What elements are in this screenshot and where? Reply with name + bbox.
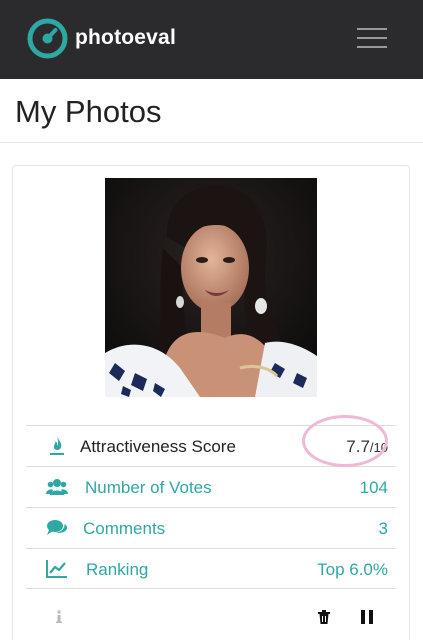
info-icon[interactable]: [55, 610, 63, 624]
menu-bar: [357, 46, 387, 48]
top-navbar: photoeval: [0, 0, 423, 79]
photo-card: Attractiveness Score 7.7/10 Number of Vo…: [12, 165, 410, 640]
votes-label[interactable]: Number of Votes: [85, 478, 212, 498]
line-chart-icon: [46, 560, 67, 578]
ranking-label[interactable]: Ranking: [86, 560, 148, 580]
page-title: My Photos: [15, 94, 162, 129]
stat-row-comments[interactable]: Comments 3: [26, 507, 396, 548]
votes-value[interactable]: 104: [360, 478, 388, 498]
portrait-photo[interactable]: [105, 178, 317, 397]
score-highlight-circle: [302, 415, 388, 467]
divider: [0, 142, 423, 143]
gauge-logo-icon: [27, 18, 68, 58]
users-icon: [46, 479, 68, 495]
brand-name: photoeval: [75, 26, 176, 49]
score-label: Attractiveness Score: [80, 437, 236, 456]
flame-icon: [50, 437, 64, 455]
comments-label[interactable]: Comments: [83, 519, 165, 539]
menu-bar: [357, 28, 387, 30]
portrait-image: [105, 178, 317, 397]
comments-icon: [47, 520, 67, 535]
stat-row-votes[interactable]: Number of Votes 104: [26, 466, 396, 507]
pause-icon[interactable]: [361, 610, 373, 624]
ranking-value[interactable]: Top 6.0%: [317, 560, 388, 580]
hamburger-menu-button[interactable]: [357, 26, 387, 50]
comments-value[interactable]: 3: [379, 519, 388, 539]
brand-logo[interactable]: photoeval: [27, 17, 176, 59]
trash-icon[interactable]: [318, 610, 330, 624]
menu-bar: [357, 37, 387, 39]
stat-row-ranking[interactable]: Ranking Top 6.0%: [26, 548, 396, 589]
